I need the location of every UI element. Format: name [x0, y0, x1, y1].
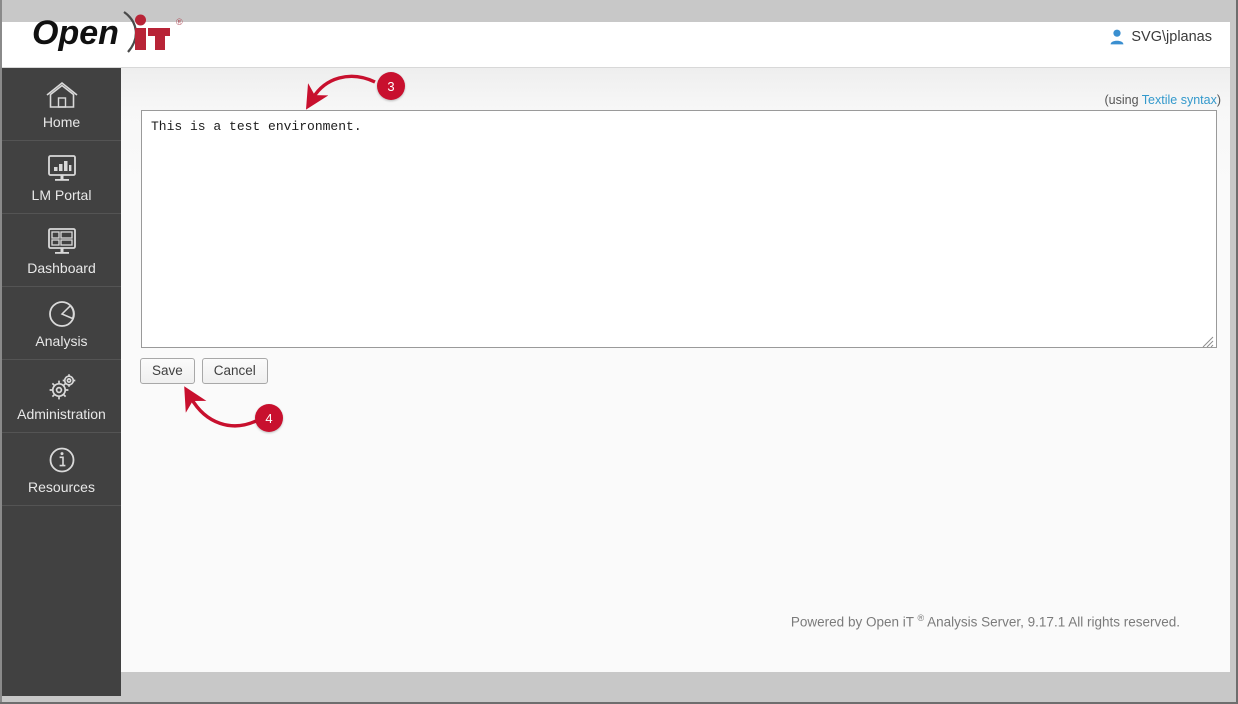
textile-syntax-link[interactable]: Textile syntax — [1142, 93, 1217, 107]
syntax-hint: (using Textile syntax) — [1105, 93, 1222, 107]
sidebar-item-label: LM Portal — [31, 186, 92, 203]
footer-text-after: Analysis Server, 9.17.1 All rights reser… — [924, 614, 1180, 630]
sidebar-item-label: Administration — [17, 405, 106, 422]
sidebar-item-label: Analysis — [35, 332, 88, 349]
footer-text-before: Powered by Open iT — [790, 614, 918, 630]
window-bottom-bar — [121, 672, 1230, 702]
description-textarea[interactable]: This is a test environment. — [141, 110, 1217, 348]
svg-text:®: ® — [176, 17, 183, 27]
dashboard-layout-icon — [45, 226, 79, 256]
pie-chart-icon — [45, 299, 79, 329]
sidebar-item-analysis[interactable]: Analysis — [2, 287, 121, 360]
syntax-hint-prefix: (using — [1104, 93, 1142, 107]
monitor-chart-icon — [45, 153, 79, 183]
info-circle-icon — [45, 445, 79, 475]
sidebar-item-administration[interactable]: Administration — [2, 360, 121, 433]
sidebar-item-home[interactable]: Home — [2, 68, 121, 141]
sidebar-item-resources[interactable]: Resources — [2, 433, 121, 506]
sidebar-item-label: Home — [42, 113, 81, 130]
cancel-button[interactable]: Cancel — [201, 358, 268, 384]
sidebar-navigation: Home LM Portal Dashboard Analysis Admini… — [2, 68, 121, 696]
user-icon — [1110, 29, 1124, 45]
page-header: Open ® SVG\jplanas — [2, 0, 1230, 68]
save-button[interactable]: Save — [140, 358, 195, 384]
gears-icon — [45, 372, 79, 402]
sidebar-item-lm-portal[interactable]: LM Portal — [2, 141, 121, 214]
resize-grip-icon[interactable] — [1202, 335, 1214, 348]
form-actions: Save Cancel — [140, 358, 268, 384]
footer-copyright: Powered by Open iT ® Analysis Server, 9.… — [791, 613, 1180, 630]
openit-logo[interactable]: Open ® — [32, 8, 212, 56]
sidebar-item-dashboard[interactable]: Dashboard — [2, 214, 121, 287]
svg-text:Open: Open — [32, 14, 119, 52]
current-user-label: SVG\jplanas — [1131, 29, 1212, 45]
main-content: (using Textile syntax) This is a test en… — [121, 68, 1230, 672]
syntax-hint-suffix: ) — [1216, 93, 1221, 107]
sidebar-item-label: Resources — [28, 478, 95, 495]
sidebar-item-label: Dashboard — [27, 259, 96, 276]
home-icon — [45, 80, 79, 110]
current-user[interactable]: SVG\jplanas — [1110, 29, 1212, 45]
application-window: Open ® SVG\jplanas Home LM Portal Dashbo… — [0, 0, 1238, 704]
